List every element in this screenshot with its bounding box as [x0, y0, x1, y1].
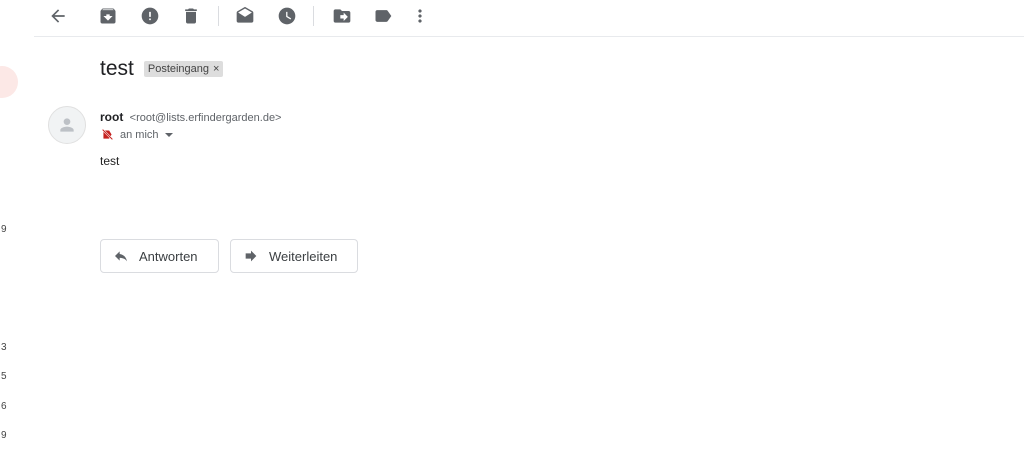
strip-number: 9	[1, 224, 7, 235]
strip-number: 9	[1, 430, 7, 441]
sender-name[interactable]: root	[100, 110, 123, 124]
message-toolbar	[34, 0, 1024, 37]
sender-line: root <root@lists.erfindergarden.de>	[100, 110, 281, 124]
not-important-icon[interactable]	[101, 128, 114, 141]
label-icon	[375, 10, 392, 22]
trash-icon	[185, 8, 197, 24]
sender-avatar[interactable]	[48, 106, 86, 144]
forward-button[interactable]: Weiterleiten	[230, 239, 358, 273]
details-dropdown-icon[interactable]	[164, 132, 173, 137]
label-chip-inbox[interactable]: Posteingang ×	[143, 61, 224, 77]
archive-icon	[100, 8, 116, 24]
mark-unread-button[interactable]	[233, 4, 257, 28]
clock-icon	[278, 7, 296, 25]
snooze-button[interactable]	[275, 4, 299, 28]
recipient-line: an mich	[101, 128, 173, 141]
report-icon	[141, 7, 159, 25]
strip-number: 5	[1, 371, 7, 382]
person-icon	[60, 118, 74, 132]
mark-unread-icon	[236, 6, 254, 23]
compose-indicator[interactable]	[0, 66, 18, 98]
subject-row: test Posteingang ×	[100, 57, 224, 81]
recipient-text: an mich	[120, 128, 159, 141]
label-chip-text: Posteingang	[147, 63, 210, 75]
labels-button[interactable]	[371, 4, 395, 28]
toolbar-divider	[218, 6, 219, 26]
sender-email: <root@lists.erfindergarden.de>	[129, 112, 282, 124]
reply-button[interactable]: Antworten	[100, 239, 219, 273]
message-body: test	[100, 154, 120, 168]
left-strip: 9 3 5 6 9	[0, 0, 34, 461]
reply-icon	[115, 251, 127, 262]
strip-number: 6	[1, 401, 7, 412]
more-vert-icon	[418, 9, 422, 23]
delete-button[interactable]	[179, 4, 203, 28]
forward-label: Weiterleiten	[269, 248, 338, 264]
reply-label: Antworten	[139, 248, 198, 264]
toolbar-divider	[313, 6, 314, 26]
move-to-button[interactable]	[330, 4, 354, 28]
back-button[interactable]	[46, 4, 70, 28]
report-spam-button[interactable]	[138, 4, 162, 28]
more-options-button[interactable]	[408, 4, 432, 28]
archive-button[interactable]	[96, 4, 120, 28]
arrow-back-icon	[51, 9, 65, 23]
message-subject: test	[100, 57, 134, 80]
move-to-icon	[333, 9, 351, 23]
remove-label-icon[interactable]: ×	[213, 63, 219, 75]
forward-icon	[245, 250, 257, 262]
strip-number: 3	[1, 342, 7, 353]
